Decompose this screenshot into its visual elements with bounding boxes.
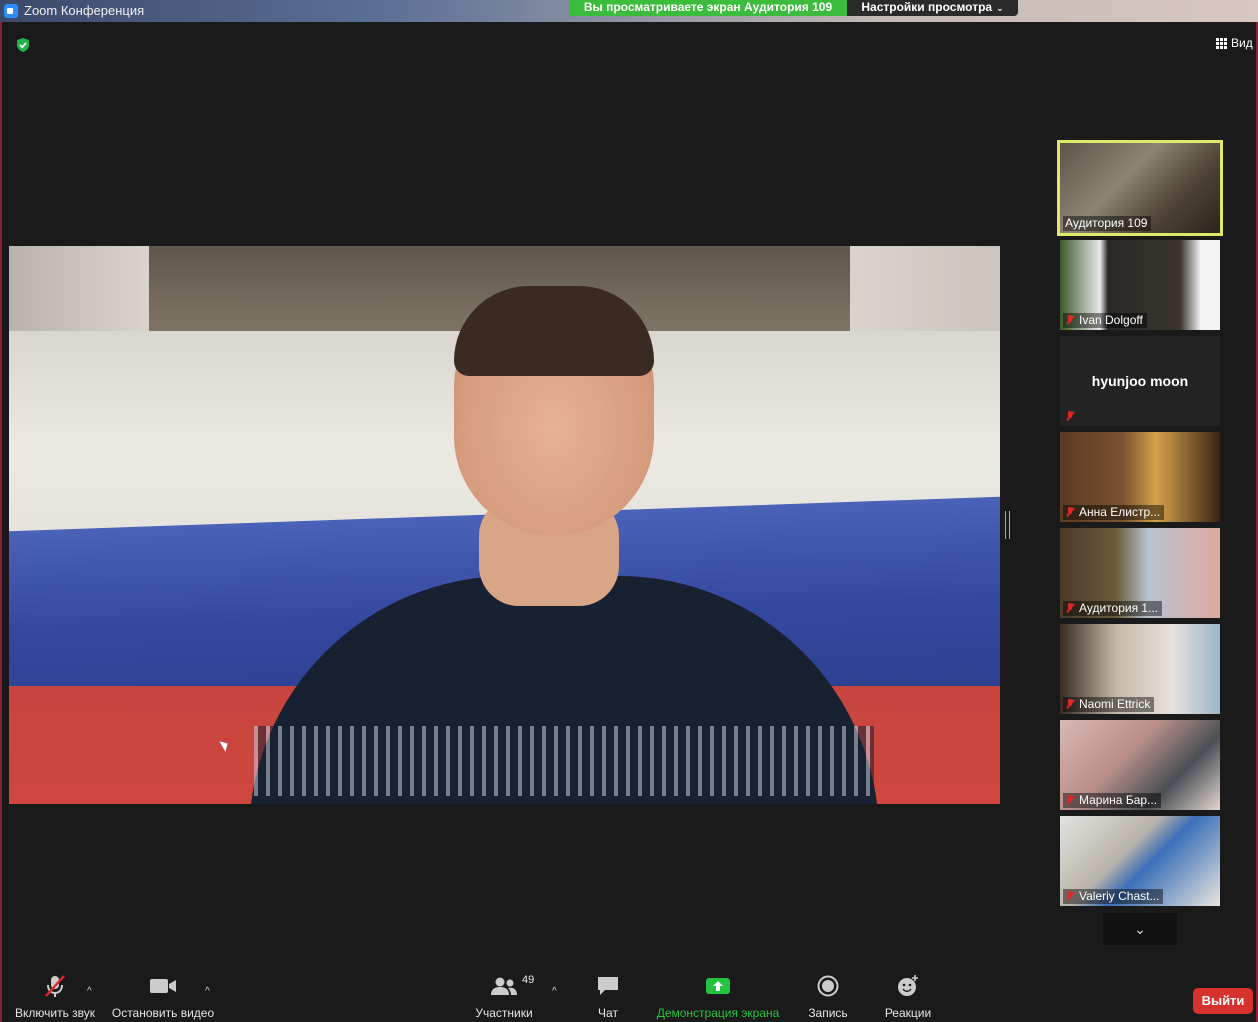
chat-bubble-icon: [598, 977, 618, 995]
leave-meeting-button[interactable]: Выйти: [1193, 988, 1253, 1014]
zoom-app-icon: [4, 4, 18, 18]
share-screen-button[interactable]: Демонстрация экрана: [655, 972, 781, 1020]
participants-icon: [491, 977, 517, 995]
record-button[interactable]: Запись: [806, 972, 850, 1020]
participant-name: Аудитория 1...: [1063, 601, 1163, 616]
participants-button[interactable]: 49 Участники: [470, 972, 538, 1020]
stop-video-label: Остановить видео: [111, 1006, 215, 1020]
view-button-label: Вид: [1231, 36, 1253, 50]
window-border-left: [0, 22, 2, 1022]
participant-name: Valeriy Chast...: [1063, 889, 1164, 904]
muted-mic-icon: [1065, 795, 1075, 805]
participants-options-caret-icon[interactable]: ^: [552, 986, 557, 997]
chevron-down-icon: ⌄: [996, 3, 1004, 13]
muted-mic-icon: [1065, 891, 1075, 901]
unmute-label: Включить звук: [14, 1006, 96, 1020]
grid-view-icon: [1216, 37, 1227, 49]
window-title: Zoom Конференция: [24, 3, 145, 18]
meeting-controls-toolbar: Включить звук ^ Остановить видео ^ 49 Уч…: [0, 972, 1258, 1022]
muted-mic-icon: [1065, 315, 1075, 325]
view-options-dropdown[interactable]: Настройки просмотра ⌄: [847, 0, 1018, 16]
muted-mic-icon: [1065, 699, 1075, 709]
view-button[interactable]: Вид: [1216, 36, 1253, 50]
reactions-label: Реакции: [884, 1006, 932, 1020]
share-screen-icon: [706, 978, 730, 994]
reactions-button[interactable]: Реакции: [882, 972, 934, 1020]
muted-mic-icon: [1065, 603, 1075, 613]
participant-tile[interactable]: Аудитория 109: [1057, 140, 1223, 236]
muted-mic-icon: [1065, 411, 1075, 421]
participants-label: Участники: [475, 1006, 533, 1020]
screen-share-banner: Вы просматриваете экран Аудитория 109: [569, 0, 847, 16]
chevron-down-icon: ⌄: [1134, 921, 1146, 937]
audio-options-caret-icon[interactable]: ^: [87, 986, 92, 997]
participant-tile[interactable]: Анна Елистр...: [1060, 432, 1220, 522]
participant-name: Ivan Dolgoff: [1063, 313, 1147, 328]
participant-tile[interactable]: Naomi Ettrick: [1060, 624, 1220, 714]
muted-mic-icon: [45, 975, 65, 997]
record-icon: [817, 975, 839, 997]
chat-label: Чат: [598, 1006, 618, 1020]
muted-mic-icon: [1065, 507, 1075, 517]
share-screen-label: Демонстрация экрана: [656, 1006, 780, 1020]
main-speaker-video[interactable]: [9, 246, 1000, 804]
panel-resize-handle[interactable]: [1005, 511, 1010, 539]
participant-tile[interactable]: Марина Бар...: [1060, 720, 1220, 810]
participant-name: Naomi Ettrick: [1063, 697, 1155, 712]
participant-name: Аудитория 109: [1063, 216, 1152, 231]
stop-video-button[interactable]: Остановить видео: [110, 972, 216, 1020]
participant-name-placeholder: hyunjoo moon: [1091, 373, 1189, 389]
video-camera-icon: [150, 979, 176, 993]
view-options-label: Настройки просмотра: [861, 0, 993, 14]
participants-count: 49: [522, 974, 535, 986]
emoji-reaction-icon: [898, 975, 918, 996]
shield-check-icon[interactable]: [15, 37, 31, 53]
participant-name: Марина Бар...: [1063, 793, 1162, 808]
gallery-scroll-down-button[interactable]: ⌄: [1103, 913, 1177, 945]
participant-name: Анна Елистр...: [1063, 505, 1165, 520]
record-label: Запись: [808, 1006, 848, 1020]
participant-tile[interactable]: Аудитория 1...: [1060, 528, 1220, 618]
participant-tile[interactable]: Ivan Dolgoff: [1060, 240, 1220, 330]
chat-button[interactable]: Чат: [588, 972, 628, 1020]
video-options-caret-icon[interactable]: ^: [205, 986, 210, 997]
participant-tile[interactable]: hyunjoo moon: [1060, 336, 1220, 426]
participant-name: [1063, 409, 1083, 424]
participant-tile[interactable]: Valeriy Chast...: [1060, 816, 1220, 906]
